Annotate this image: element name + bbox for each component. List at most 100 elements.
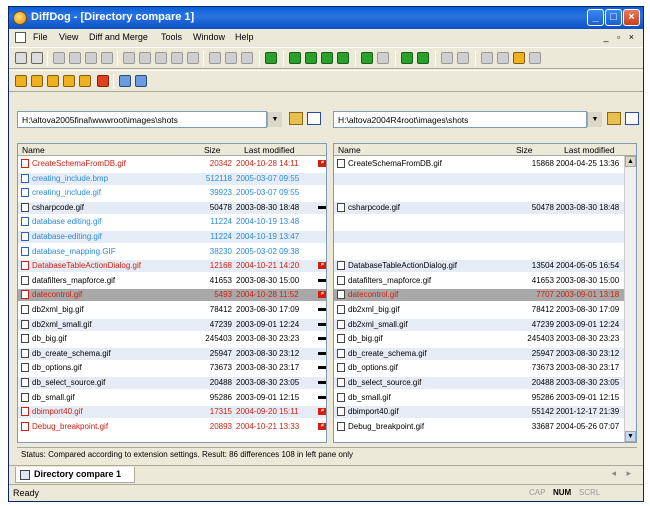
redo-icon[interactable] <box>139 52 151 64</box>
table-row[interactable]: db_big.gif 245403 2003-08-30 23:23 <box>18 333 326 345</box>
menu-file[interactable]: File <box>33 32 48 42</box>
vertical-scrollbar[interactable]: ▲ ▼ <box>624 156 636 442</box>
left-path-dropdown[interactable]: ▼ <box>267 112 282 127</box>
paste-icon[interactable] <box>85 52 97 64</box>
new-icon[interactable] <box>15 52 27 64</box>
settings-icon[interactable] <box>457 52 469 64</box>
ext-compare-icon[interactable] <box>513 52 525 64</box>
table-row[interactable]: DatabaseTableActionDialog.gif 13504 2004-0… <box>334 260 624 273</box>
undo-icon[interactable] <box>123 52 135 64</box>
table-row[interactable]: db2xml_big.gif 78412 2003-08-30 17:09 <box>18 304 326 316</box>
table-row[interactable]: creating_include.gif 39923 2005-03-07 09:5… <box>18 187 326 199</box>
left-path-input[interactable]: H:\altova2005final\wwwroot\images\shots <box>17 111 267 128</box>
tab-directory-compare[interactable]: Directory compare 1 <box>15 467 135 483</box>
right-browse-folder-icon[interactable] <box>607 112 621 125</box>
col-name[interactable]: Name <box>338 145 361 155</box>
table-row[interactable] <box>334 172 624 185</box>
open-icon[interactable] <box>31 52 43 64</box>
history-icon[interactable] <box>209 52 221 64</box>
col-modified[interactable]: Last modified <box>564 145 615 155</box>
next-diff-icon[interactable] <box>321 52 333 64</box>
right-file-list[interactable]: Name Size Last modified CreateSchemaFrom… <box>333 143 637 443</box>
left-refresh-icon[interactable] <box>307 112 321 125</box>
replace-icon[interactable] <box>187 52 199 64</box>
menu-tools[interactable]: Tools <box>161 32 182 42</box>
tab-scroll-arrows[interactable]: ◂ ▸ <box>611 468 635 479</box>
maximize-button[interactable]: □ <box>605 9 622 26</box>
table-row[interactable]: creating_include.bmp 512118 2005-03-07 09:… <box>18 172 326 185</box>
table-row[interactable]: db_options.gif 73673 2003-08-30 23:17 <box>18 362 326 374</box>
table-row[interactable]: db2xml_big.gif 78412 2003-08-30 17:09 <box>334 304 624 316</box>
col-size[interactable]: Size <box>204 145 221 155</box>
menu-diff-and-merge[interactable]: Diff and Merge <box>89 32 148 42</box>
table-row[interactable]: csharpcode.gif 50478 2003-08-30 18:48 <box>18 201 326 214</box>
find-next-icon[interactable] <box>171 52 183 64</box>
table-row[interactable]: db_create_schema.gif 25947 2003-08-30 23:1… <box>334 347 624 360</box>
table-row[interactable]: datafilters_mapforce.gif 41653 2003-08-30 … <box>18 275 326 287</box>
table-row[interactable]: database-editing.gif 11224 2004-10-19 13:4… <box>18 231 326 243</box>
show-different-icon[interactable] <box>31 75 43 87</box>
table-row[interactable]: Debug_breakpoint.gif 33687 2004-05-26 07:0… <box>334 421 624 433</box>
scroll-down-icon[interactable]: ▼ <box>625 431 636 442</box>
bookmark-icon[interactable] <box>225 52 237 64</box>
goto-icon[interactable] <box>241 52 253 64</box>
cut-icon[interactable] <box>53 52 65 64</box>
show-newer-icon[interactable] <box>79 75 91 87</box>
last-diff-icon[interactable] <box>337 52 349 64</box>
right-path-input[interactable]: H:\altova2004R4root\images\shots <box>333 111 587 128</box>
table-row[interactable]: db2xml_small.gif 47239 2003-09-01 12:24 <box>18 318 326 331</box>
table-row[interactable]: dbimport40.gif 17315 2004-09-20 15:11 ≠ <box>18 406 326 419</box>
table-row[interactable]: datafilters_mapforce.gif 41653 2003-08-30 … <box>334 275 624 287</box>
table-row[interactable]: DatabaseTableActionDialog.gif 12168 2004-1… <box>18 260 326 273</box>
sync-icon[interactable] <box>417 52 429 64</box>
table-row[interactable]: db_select_source.gif 20488 2003-08-30 23:0… <box>334 377 624 389</box>
options-icon[interactable] <box>441 52 453 64</box>
table-row[interactable]: datecontrol.gif 5493 2004-10-28 11:52 ≠ <box>18 289 326 302</box>
close-button[interactable]: × <box>623 9 640 26</box>
table-row[interactable]: csharpcode.gif 50478 2003-08-30 18:48 <box>334 201 624 214</box>
expand-all-icon[interactable] <box>119 75 131 87</box>
table-row[interactable]: db_small.gif 95286 2003-09-01 12:15 <box>334 392 624 404</box>
left-file-list[interactable]: Name Size Last modified CreateSchemaFrom… <box>17 143 327 443</box>
xml-compare-icon[interactable] <box>497 52 509 64</box>
table-row[interactable]: CreateSchemaFromDB.gif 15868 2004-04-25 13… <box>334 158 624 170</box>
right-path-dropdown[interactable]: ▼ <box>587 112 602 127</box>
quick-compare-icon[interactable] <box>529 52 541 64</box>
col-size[interactable]: Size <box>516 145 533 155</box>
copy-left-icon[interactable] <box>361 52 373 64</box>
title-bar[interactable]: DiffDog - [Directory compare 1] _ □ × <box>9 7 643 29</box>
table-row[interactable] <box>334 187 624 199</box>
table-row[interactable]: db2xml_small.gif 47239 2003-09-01 12:24 <box>334 318 624 331</box>
first-diff-icon[interactable] <box>289 52 301 64</box>
col-name[interactable]: Name <box>22 145 45 155</box>
right-refresh-icon[interactable] <box>625 112 639 125</box>
show-left-only-icon[interactable] <box>47 75 59 87</box>
table-row[interactable] <box>334 246 624 258</box>
table-row[interactable]: db_options.gif 73673 2003-08-30 23:17 <box>334 362 624 374</box>
table-row[interactable]: CreateSchemaFromDB.gif 20342 2004-10-28 14… <box>18 158 326 170</box>
table-row[interactable]: database_mapping.GIF 38230 2005-03-02 09:3… <box>18 246 326 258</box>
copy-icon[interactable] <box>69 52 81 64</box>
show-right-only-icon[interactable] <box>63 75 75 87</box>
table-row[interactable]: db_big.gif 245403 2003-08-30 23:23 <box>334 333 624 345</box>
prev-diff-icon[interactable] <box>305 52 317 64</box>
table-row[interactable]: db_small.gif 95286 2003-09-01 12:15 <box>18 392 326 404</box>
start-compare-icon[interactable] <box>265 52 277 64</box>
show-marked-icon[interactable] <box>97 75 109 87</box>
delete-icon[interactable] <box>101 52 113 64</box>
show-equal-icon[interactable] <box>15 75 27 87</box>
table-row[interactable]: db_select_source.gif 20488 2003-08-30 23:0… <box>18 377 326 389</box>
table-row[interactable] <box>334 231 624 243</box>
minimize-button[interactable]: _ <box>587 9 604 26</box>
table-row[interactable]: dbimport40.gif 55142 2001-12-17 21:39 <box>334 406 624 419</box>
mdi-controls[interactable]: _ ▫ × <box>604 32 637 42</box>
menu-window[interactable]: Window <box>193 32 225 42</box>
menu-help[interactable]: Help <box>235 32 254 42</box>
table-row[interactable]: db_create_schema.gif 25947 2003-08-30 23:1… <box>18 347 326 360</box>
document-icon[interactable] <box>15 32 26 43</box>
text-compare-icon[interactable] <box>481 52 493 64</box>
left-browse-folder-icon[interactable] <box>289 112 303 125</box>
find-icon[interactable] <box>155 52 167 64</box>
menu-view[interactable]: View <box>59 32 78 42</box>
table-row[interactable]: database editing.gif 11224 2004-10-19 13:4… <box>18 216 326 228</box>
